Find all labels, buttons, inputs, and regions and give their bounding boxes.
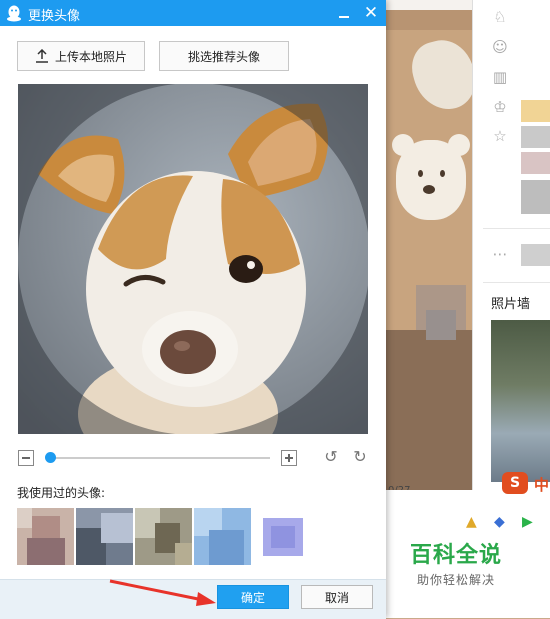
star-icon[interactable]: ☆ <box>491 127 509 145</box>
confirm-button[interactable]: 确定 <box>217 585 289 609</box>
dialog-title: 更换头像 <box>28 9 81 24</box>
recommend-button-label: 挑选推荐头像 <box>187 49 260 64</box>
rotate-right-icon[interactable]: ↻ <box>351 448 369 466</box>
sogou-ime-icon[interactable]: S <box>502 472 528 494</box>
upload-icon <box>35 49 48 63</box>
background-top-strip <box>386 0 472 10</box>
zoom-slider-track[interactable] <box>46 457 270 459</box>
qq-penguin-icon <box>7 5 21 22</box>
user-icon[interactable]: ☺ <box>491 38 509 56</box>
upload-local-photo-button[interactable]: 上传本地照片 <box>17 41 145 71</box>
zoom-slider-thumb[interactable] <box>45 452 56 463</box>
used-avatar-thumbnail[interactable] <box>135 508 192 565</box>
used-avatar-thumbnail[interactable] <box>17 508 74 565</box>
bear-eye-left <box>418 170 423 177</box>
watermark: 百科全说 助你轻松解决 <box>394 537 518 588</box>
bear-eye-right <box>440 170 445 177</box>
bear-ear-right <box>448 134 470 156</box>
pixelated-avatar <box>76 508 133 565</box>
used-avatar-thumbnail[interactable] <box>76 508 133 565</box>
background-lower-area <box>386 285 472 490</box>
cancel-button[interactable]: 取消 <box>301 585 373 609</box>
blurred-content <box>521 100 550 122</box>
bear-ear-left <box>392 134 414 156</box>
bear-illustration <box>392 134 470 220</box>
qq-penguin-icon[interactable]: ♘ <box>491 8 509 26</box>
blurred-content <box>521 244 550 266</box>
avatar-crop-editor[interactable] <box>18 84 368 434</box>
dog-photo <box>18 84 368 434</box>
pick-recommended-avatar-button[interactable]: 挑选推荐头像 <box>159 41 289 71</box>
rotate-left-icon[interactable]: ↺ <box>322 448 340 466</box>
minimize-button[interactable] <box>334 2 354 24</box>
pixelated-avatar <box>17 508 74 565</box>
pixelated-avatar <box>135 508 192 565</box>
blurred-content <box>521 152 550 174</box>
tray-play-icon[interactable]: ▶ <box>522 514 533 530</box>
sidebar-divider <box>483 228 550 229</box>
dialog-titlebar[interactable]: 更换头像 ✕ <box>0 0 386 26</box>
chart-icon[interactable]: ▥ <box>491 68 509 86</box>
tray-app-icon[interactable]: ▲ <box>466 514 477 530</box>
dumpling-illustration <box>405 33 472 117</box>
close-button[interactable]: ✕ <box>360 1 382 25</box>
pixelated-avatar <box>259 508 316 565</box>
photo-wall-image[interactable] <box>491 320 550 482</box>
ime-mode-indicator[interactable]: 中 <box>534 474 549 495</box>
used-avatar-thumbnail[interactable] <box>194 508 251 565</box>
used-avatars-label: 我使用过的头像: <box>17 486 106 500</box>
blurred-content <box>521 126 550 148</box>
watermark-title: 百科全说 <box>409 543 502 568</box>
blurred-content <box>521 180 550 214</box>
blurred-photo <box>426 310 456 340</box>
sidebar-divider <box>483 282 550 283</box>
zoom-in-button[interactable] <box>281 450 297 466</box>
tray-shield-icon[interactable]: ◆ <box>494 514 505 530</box>
crown-icon[interactable]: ♔ <box>491 98 509 116</box>
more-icon[interactable]: ⋯ <box>491 245 509 263</box>
watermark-subtitle: 助你轻松解决 <box>416 573 495 587</box>
upload-button-label: 上传本地照片 <box>54 49 127 64</box>
zoom-out-button[interactable] <box>18 450 34 466</box>
profile-sidebar: ♘ ☺ ▥ ♔ ☆ ⋯ 照片墙 <box>472 0 550 490</box>
bear-nose <box>423 185 435 194</box>
change-avatar-dialog: 更换头像 ✕ 上传本地照片 挑选推荐头像 ↺ ↻ 我使用过的头像: 确定 取消 <box>0 0 386 619</box>
used-avatar-thumbnail[interactable] <box>259 508 316 565</box>
pixelated-avatar <box>194 508 251 565</box>
photo-wall-label: 照片墙 <box>491 297 531 312</box>
red-arrow-annotation <box>109 579 216 606</box>
